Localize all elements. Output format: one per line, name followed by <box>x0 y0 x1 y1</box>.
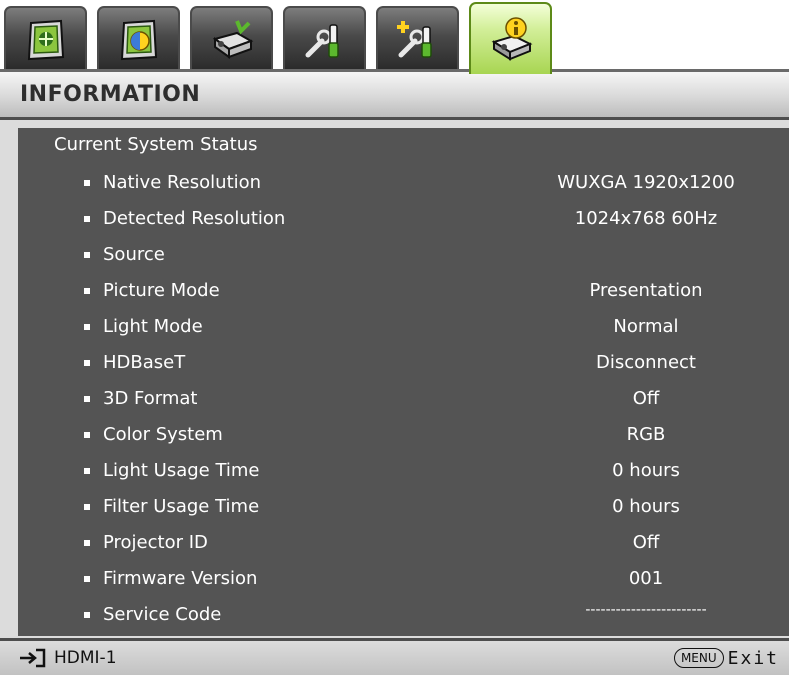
info-row-firmware-version: Firmware Version 001 <box>0 562 789 598</box>
row-value: 0 hours <box>612 496 680 517</box>
bullet-icon <box>84 180 90 186</box>
info-row-projector-id: Projector ID Off <box>0 526 789 562</box>
information-icon <box>491 17 532 61</box>
tab-system-setup-basic[interactable] <box>283 6 366 69</box>
row-label: HDBaseT <box>103 352 186 373</box>
menu-key-icon: MENU <box>673 648 724 668</box>
row-value: 0 hours <box>612 460 680 481</box>
bullet-icon <box>84 324 90 330</box>
row-value: WUXGA 1920x1200 <box>557 172 735 193</box>
row-label: Source <box>103 244 165 265</box>
info-row-picture-mode: Picture Mode Presentation <box>0 274 789 310</box>
bullet-icon <box>84 288 90 294</box>
row-value: Off <box>632 532 660 553</box>
page-title: INFORMATION <box>20 82 201 107</box>
info-row-3d-format: 3D Format Off <box>0 382 789 418</box>
row-value: RGB <box>626 424 666 445</box>
row-value: Off <box>632 388 660 409</box>
info-row-service-code: Service Code ------------------------ <box>0 598 789 634</box>
tab-system-setup-advanced[interactable] <box>376 6 459 69</box>
input-source-icon <box>20 648 46 668</box>
installation-icon <box>212 19 253 59</box>
row-label: Picture Mode <box>103 280 220 301</box>
info-row-detected-resolution: Detected Resolution 1024x768 60Hz <box>0 202 789 238</box>
footer-bar: HDMI-1 MENU Exit <box>0 638 789 675</box>
row-label: Service Code <box>103 604 222 625</box>
bullet-icon <box>84 468 90 474</box>
row-label: Detected Resolution <box>103 208 286 229</box>
info-row-light-mode: Light Mode Normal <box>0 310 789 346</box>
row-value: Presentation <box>589 280 703 301</box>
tab-installation[interactable] <box>190 6 273 69</box>
row-value: 1024x768 60Hz <box>574 208 718 229</box>
row-label: Color System <box>103 424 223 445</box>
row-label: Light Usage Time <box>103 460 260 481</box>
row-label: Firmware Version <box>103 568 258 589</box>
tab-display[interactable] <box>97 6 180 69</box>
system-setup-advanced-icon <box>396 20 432 58</box>
info-row-light-usage-time: Light Usage Time 0 hours <box>0 454 789 490</box>
bullet-icon <box>84 432 90 438</box>
row-label: 3D Format <box>103 388 198 409</box>
info-row-hdbaset: HDBaseT Disconnect <box>0 346 789 382</box>
row-label: Projector ID <box>103 532 208 553</box>
row-value: ------------------------ <box>585 602 707 618</box>
tab-information[interactable] <box>469 2 552 74</box>
system-setup-basic-icon <box>305 23 339 58</box>
input-source-label: HDMI-1 <box>54 648 117 668</box>
exit-label: Exit <box>727 647 779 669</box>
row-label: Light Mode <box>103 316 203 337</box>
info-row-color-system: Color System RGB <box>0 418 789 454</box>
bullet-icon <box>84 612 90 618</box>
info-row-filter-usage-time: Filter Usage Time 0 hours <box>0 490 789 526</box>
info-row-native-resolution: Native Resolution WUXGA 1920x1200 <box>0 166 789 202</box>
bullet-icon <box>84 576 90 582</box>
menu-tab-bar <box>0 0 789 78</box>
row-value: Disconnect <box>596 352 696 373</box>
input-source-indicator[interactable]: HDMI-1 <box>18 645 117 671</box>
row-value: 001 <box>628 568 664 589</box>
section-heading: Current System Status <box>54 134 258 155</box>
bullet-icon <box>84 216 90 222</box>
bullet-icon <box>84 360 90 366</box>
row-label: Native Resolution <box>103 172 262 193</box>
info-row-source: Source <box>0 238 789 274</box>
bullet-icon <box>84 252 90 258</box>
row-label: Filter Usage Time <box>103 496 260 517</box>
display-icon <box>120 19 157 60</box>
row-value: Normal <box>613 316 679 337</box>
bullet-icon <box>84 504 90 510</box>
tab-picture[interactable] <box>4 6 87 69</box>
bullet-icon <box>84 540 90 546</box>
bullet-icon <box>84 396 90 402</box>
picture-icon <box>27 19 64 60</box>
title-bar: INFORMATION <box>0 72 789 120</box>
exit-hint[interactable]: MENU Exit <box>673 645 779 671</box>
